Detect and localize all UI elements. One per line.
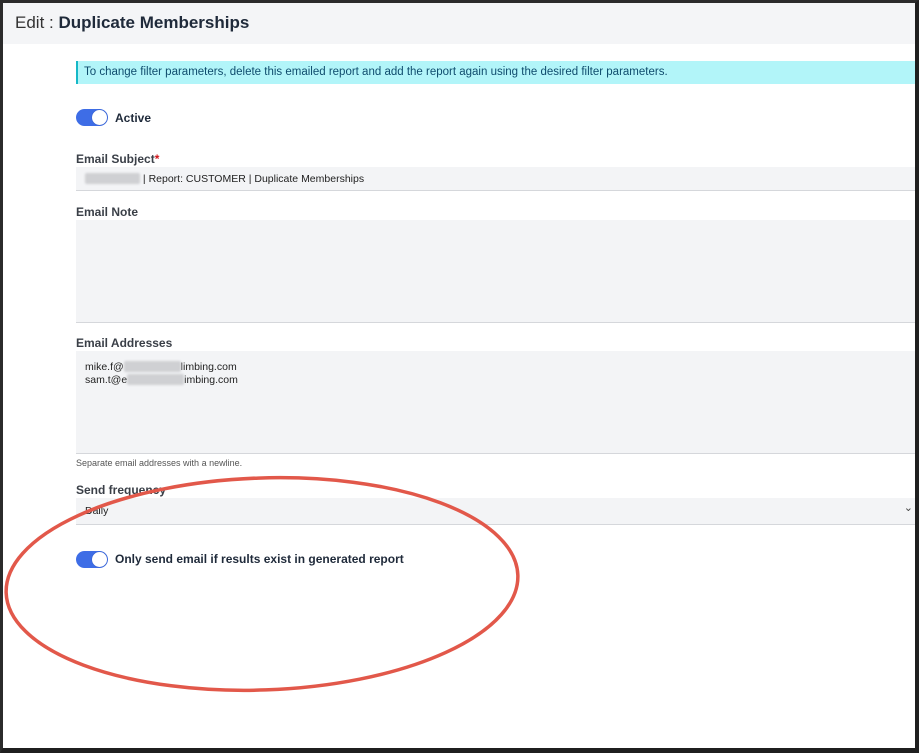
send-frequency-label: Send frequency — [76, 483, 167, 497]
email-address-suffix: imbing.com — [184, 374, 238, 386]
email-address-line: sam.t@e imbing.com — [85, 374, 916, 387]
page-header: Edit : Duplicate Memberships — [3, 3, 915, 44]
email-addresses-help: Separate email addresses with a newline. — [76, 458, 243, 468]
chevron-down-icon: ⌄ — [903, 502, 913, 514]
page-title: Duplicate Memberships — [58, 13, 250, 32]
results-only-toggle-knob — [92, 552, 107, 567]
email-addresses-textarea[interactable]: mike.f@ limbing.com sam.t@e imbing.com — [76, 351, 916, 454]
email-subject-label: Email Subject* — [76, 152, 159, 166]
redacted-text — [85, 173, 140, 184]
active-toggle[interactable] — [76, 109, 108, 126]
email-note-label: Email Note — [76, 205, 139, 219]
redacted-text — [127, 374, 185, 385]
active-toggle-knob — [92, 110, 107, 125]
results-only-toggle[interactable] — [76, 551, 108, 568]
email-addresses-label: Email Addresses — [76, 336, 173, 350]
email-address-prefix: mike.f@ — [85, 361, 124, 373]
email-address-line: mike.f@ limbing.com — [85, 361, 916, 374]
info-notice: To change filter parameters, delete this… — [76, 61, 916, 84]
email-note-textarea[interactable] — [76, 220, 916, 323]
results-only-toggle-label: Only send email if results exist in gene… — [115, 552, 404, 566]
redacted-text — [123, 361, 181, 372]
active-toggle-label: Active — [115, 111, 152, 125]
email-subject-input[interactable]: | Report: CUSTOMER | Duplicate Membershi… — [76, 167, 916, 191]
email-subject-value: | Report: CUSTOMER | Duplicate Membershi… — [142, 173, 365, 185]
send-frequency-select[interactable]: Daily ⌄ — [76, 498, 916, 525]
email-subject-label-text: Email Subject — [76, 152, 155, 166]
email-address-suffix: limbing.com — [180, 361, 237, 373]
send-frequency-value: Daily — [85, 505, 109, 517]
required-mark: * — [154, 152, 160, 166]
page-title-prefix: Edit : — [15, 13, 54, 32]
email-address-prefix: sam.t@e — [85, 374, 128, 386]
